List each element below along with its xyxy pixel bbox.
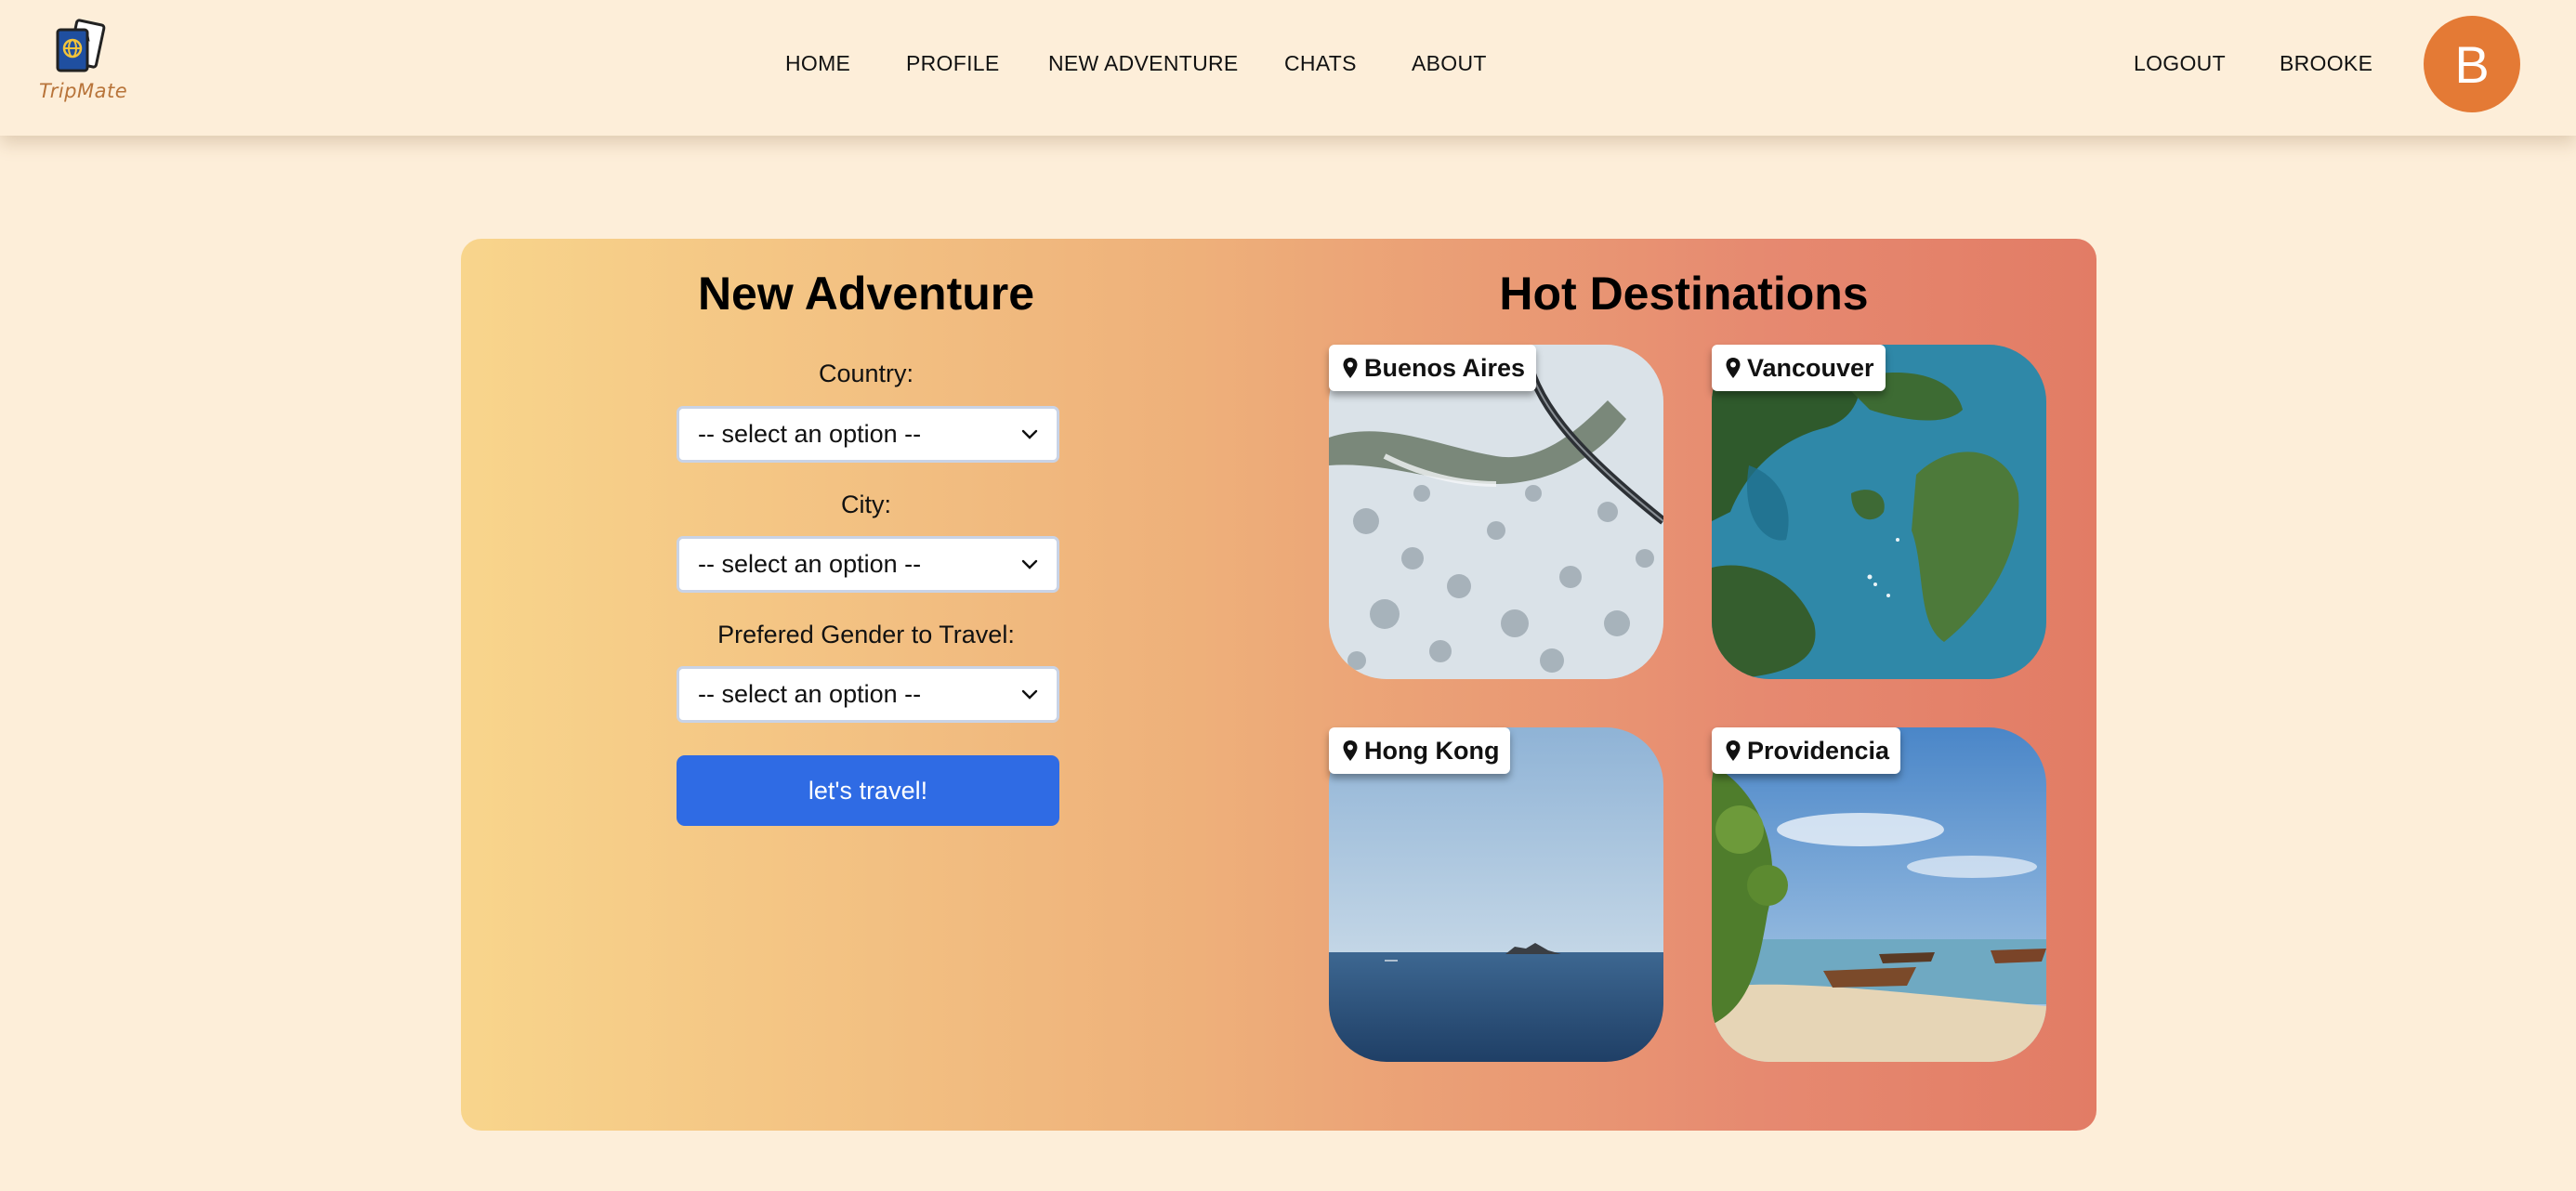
destination-card-vancouver[interactable] [1712, 345, 2046, 679]
sea-photo [1329, 727, 1663, 1062]
destination-name: Hong Kong [1364, 736, 1500, 765]
passport-icon [56, 19, 106, 72]
lagoon-photo [1712, 345, 2046, 679]
lets-travel-button[interactable]: let's travel! [677, 755, 1059, 826]
destination-label-buenos-aires: Buenos Aires [1329, 345, 1537, 391]
username-link[interactable]: BROOKE [2280, 51, 2372, 76]
form-title: New Adventure [697, 268, 1035, 320]
logout-link[interactable]: LOGOUT [2134, 51, 2226, 76]
destination-label-hong-kong: Hong Kong [1329, 727, 1511, 774]
beach-photo [1712, 727, 2046, 1062]
nav-home[interactable]: HOME [785, 51, 850, 76]
country-select-value: -- select an option -- [698, 420, 922, 448]
avatar[interactable]: B [2424, 16, 2520, 112]
city-label: City: [841, 491, 891, 518]
city-select-value: -- select an option -- [698, 550, 922, 578]
city-select[interactable]: -- select an option -- [677, 536, 1059, 593]
destination-name: Providencia [1747, 736, 1890, 765]
chevron-down-icon [1021, 559, 1038, 569]
destinations-title: Hot Destinations [1499, 268, 1869, 320]
gender-select[interactable]: -- select an option -- [677, 666, 1059, 723]
destination-name: Buenos Aires [1364, 353, 1526, 382]
logo-text: TripMate [39, 80, 128, 102]
nav-new-adventure[interactable]: NEW ADVENTURE [1048, 51, 1239, 76]
destination-name: Vancouver [1747, 353, 1874, 382]
gender-label: Prefered Gender to Travel: [717, 621, 1015, 648]
chevron-down-icon [1021, 689, 1038, 700]
destination-card-buenos-aires[interactable] [1329, 345, 1663, 679]
destination-card-providencia[interactable] [1712, 727, 2046, 1062]
map-pin-icon [1726, 740, 1741, 761]
destination-card-hong-kong[interactable] [1329, 727, 1663, 1062]
country-label: Country: [818, 360, 914, 387]
country-select[interactable]: -- select an option -- [677, 406, 1059, 463]
snow-forest-photo [1329, 345, 1663, 679]
destination-label-providencia: Providencia [1712, 727, 1901, 774]
nav-profile[interactable]: PROFILE [906, 51, 1000, 76]
map-pin-icon [1726, 358, 1741, 378]
gender-select-value: -- select an option -- [698, 680, 922, 708]
chevron-down-icon [1021, 429, 1038, 439]
top-nav-bar: TripMate HOME PROFILE NEW ADVENTURE CHAT… [0, 0, 2576, 136]
map-pin-icon [1343, 358, 1358, 378]
destination-label-vancouver: Vancouver [1712, 345, 1886, 391]
nav-chats[interactable]: CHATS [1284, 51, 1357, 76]
tripmate-logo[interactable]: TripMate [33, 15, 136, 108]
adventure-card: New Adventure Country: -- select an opti… [461, 239, 2096, 1131]
map-pin-icon [1343, 740, 1358, 761]
nav-about[interactable]: ABOUT [1412, 51, 1487, 76]
